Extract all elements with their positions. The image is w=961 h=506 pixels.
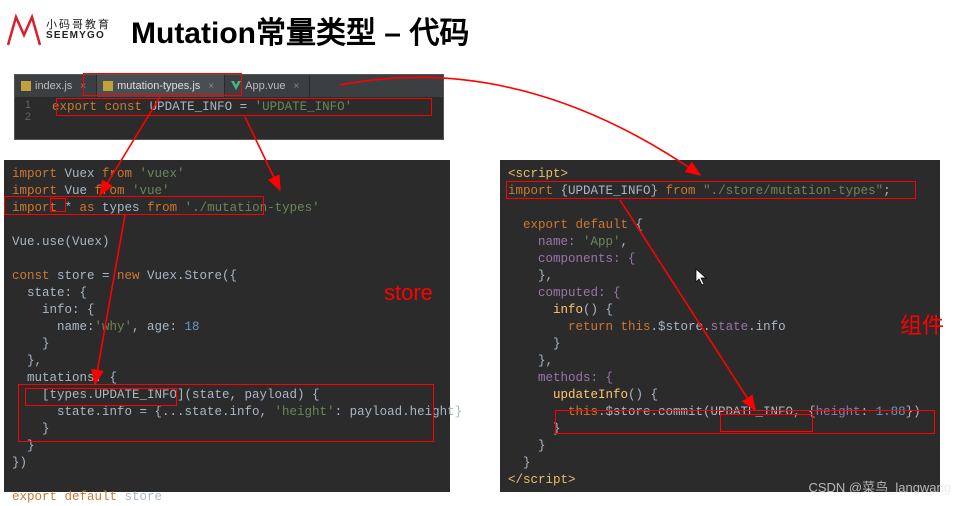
header: 小码哥教育 SEEMYGO Mutation常量类型 – 代码: [0, 0, 961, 56]
js-file-icon: [21, 81, 31, 91]
close-icon[interactable]: ×: [294, 81, 300, 92]
top-code-area: 1 2 export const UPDATE_INFO = 'UPDATE_I…: [15, 97, 443, 139]
store-code-panel: import Vuex from 'vuex' import Vue from …: [4, 160, 450, 492]
tab-label: index.js: [35, 80, 72, 92]
close-icon[interactable]: ×: [208, 81, 214, 92]
code-line: [37, 116, 352, 133]
watermark: CSDN @菜鸟_langwang: [808, 477, 951, 496]
component-code-panel: <script> import {UPDATE_INFO} from "./st…: [500, 160, 940, 492]
tab-label: mutation-types.js: [117, 80, 200, 92]
logo-en-text: SEEMYGO: [46, 31, 111, 41]
logo: 小码哥教育 SEEMYGO: [6, 13, 111, 47]
cursor-icon: [695, 268, 709, 286]
top-editor-panel: index.js × mutation-types.js × App.vue ×…: [14, 74, 444, 140]
tab-mutation-types[interactable]: mutation-types.js ×: [97, 75, 225, 97]
tab-app-vue[interactable]: App.vue ×: [225, 75, 310, 97]
tab-index-js[interactable]: index.js ×: [15, 75, 97, 97]
page-title: Mutation常量类型 – 代码: [131, 8, 469, 52]
vue-file-icon: [231, 81, 241, 91]
code-line: export const UPDATE_INFO = 'UPDATE_INFO': [37, 99, 352, 116]
js-file-icon: [103, 81, 113, 91]
tab-label: App.vue: [245, 80, 285, 92]
label-component: 组件: [900, 308, 944, 340]
close-icon[interactable]: ×: [80, 81, 86, 92]
editor-tabs: index.js × mutation-types.js × App.vue ×: [15, 75, 443, 97]
logo-mark-icon: [6, 13, 42, 47]
line-number: 2: [15, 111, 37, 123]
logo-cn-text: 小码哥教育: [46, 20, 111, 31]
line-number: 1: [15, 99, 37, 111]
label-store: store: [384, 280, 433, 306]
